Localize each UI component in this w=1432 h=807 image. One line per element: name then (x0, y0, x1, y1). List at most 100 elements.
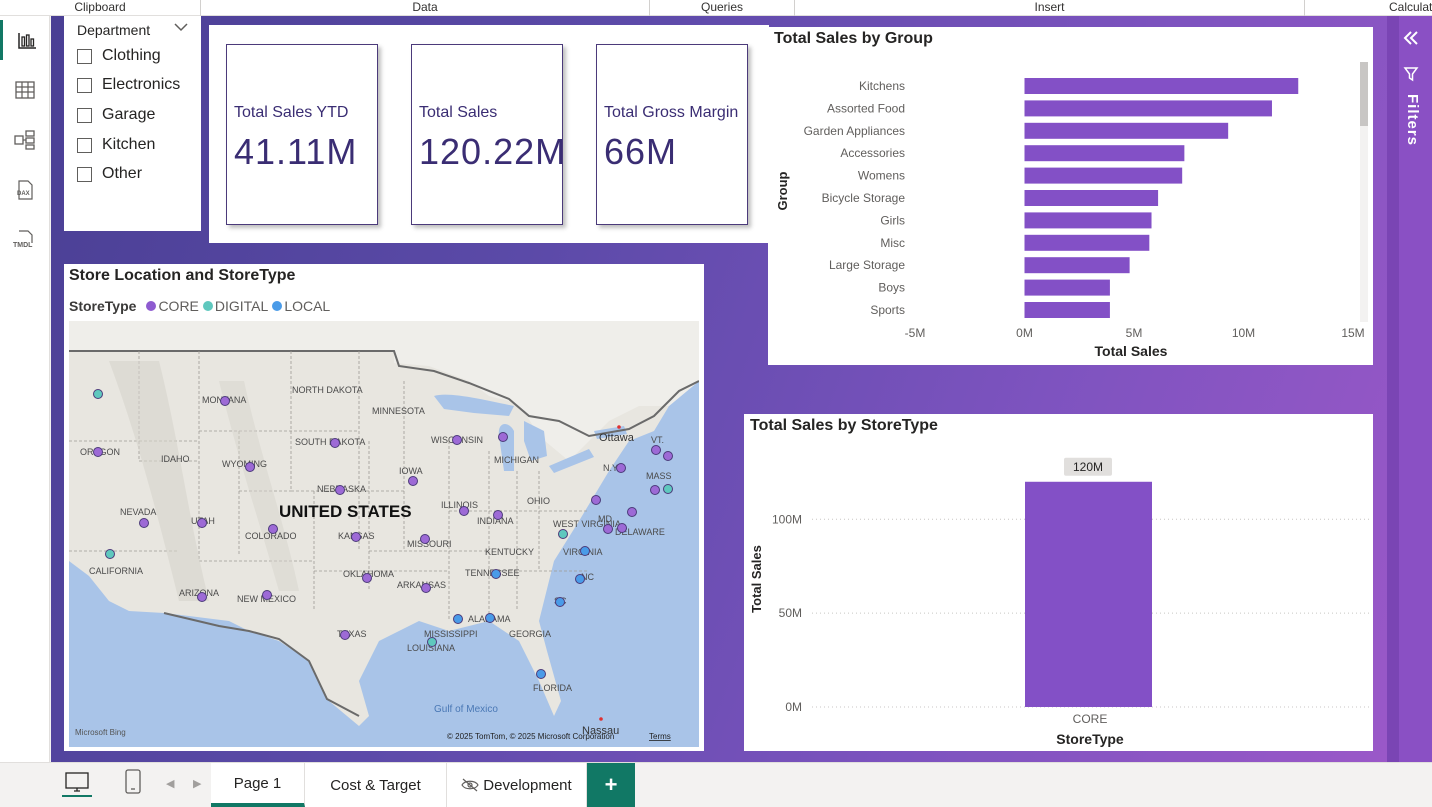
legend-label-local: LOCAL (284, 298, 331, 314)
map-label: KENTUCKY (485, 547, 534, 557)
map-attribution: © 2025 TomTom, © 2025 Microsoft Corporat… (447, 732, 614, 741)
filters-pane[interactable]: Filters (1387, 16, 1432, 762)
store-point-core (220, 396, 230, 406)
slicer-item-label: Clothing (102, 47, 161, 64)
table-view-button[interactable] (0, 70, 50, 110)
checkbox[interactable] (77, 166, 92, 182)
store-point-core (617, 523, 627, 533)
view-switcher: DAX TMDL (0, 16, 50, 806)
slicer-item-clothing[interactable]: Clothing (77, 45, 161, 67)
scroll-right-icon[interactable]: ▶ (193, 777, 201, 790)
slicer-item-kitchen[interactable]: Kitchen (77, 134, 155, 156)
dax-query-view-button[interactable]: DAX (0, 170, 50, 210)
map-label: OHIO (527, 496, 550, 506)
map-label: MASS (646, 471, 672, 481)
chevron-down-icon[interactable] (174, 22, 188, 32)
ribbon-group-clipboard: Clipboard (0, 0, 201, 16)
category-label: Garden Appliances (804, 124, 905, 138)
kpi-card-total-gross-margin[interactable]: Total Gross Margin 66M (596, 44, 748, 225)
bar (1024, 167, 1183, 184)
category-label: Large Storage (829, 258, 905, 272)
map-label: ILLINOIS (441, 500, 478, 510)
scrollbar-thumb[interactable] (1360, 62, 1368, 126)
category-label: Misc (880, 236, 905, 250)
store-point-local (536, 669, 546, 679)
desktop-layout-button[interactable] (62, 771, 92, 802)
checkbox[interactable] (77, 107, 92, 123)
store-point-core (452, 435, 462, 445)
x-tick-label: 15M (1341, 326, 1364, 340)
store-location-map-panel[interactable]: Store Location and StoreType StoreType C… (64, 264, 704, 751)
legend-label-core: CORE (158, 298, 199, 314)
total-sales-by-storetype-chart[interactable]: Total Sales by StoreType 0M 50M 100M 120M CO… (744, 414, 1373, 751)
store-point-core (245, 462, 255, 472)
department-slicer[interactable]: Department Clothing Electronics Garage K… (64, 16, 201, 231)
kpi-cards-area: Total Sales YTD 41.11M Total Sales 120.2… (209, 25, 769, 243)
store-point-core (651, 445, 661, 455)
chart-scrollbar[interactable] (1360, 62, 1368, 322)
x-tick-label: 0M (1016, 326, 1033, 340)
store-point-core (493, 510, 503, 520)
terms-link[interactable]: Terms (649, 732, 671, 741)
slicer-item-label: Other (102, 165, 143, 182)
add-page-label: + (604, 772, 618, 797)
collapse-double-chevron-icon[interactable] (1402, 30, 1420, 46)
report-view-button[interactable] (0, 20, 50, 60)
scroll-left-icon[interactable]: ◀ (166, 777, 174, 790)
store-point-digital (663, 484, 673, 494)
map-label: NEVADA (120, 507, 156, 517)
x-tick-label: 10M (1232, 326, 1255, 340)
x-tick-label: -5M (905, 326, 926, 340)
tmdl-view-button[interactable]: TMDL (0, 220, 50, 260)
map-label: CALIFORNIA (89, 566, 143, 576)
checkbox[interactable] (77, 48, 92, 64)
store-point-local (555, 597, 565, 607)
kpi-card-total-sales[interactable]: Total Sales 120.22M (411, 44, 567, 225)
capital-marker (599, 717, 603, 721)
tab-cost-target[interactable]: Cost & Target (305, 763, 447, 807)
kpi-card-total-sales-ytd[interactable]: Total Sales YTD 41.11M (226, 44, 378, 225)
tab-page-1[interactable]: Page 1 (211, 763, 305, 807)
store-point-core (139, 518, 149, 528)
total-sales-by-group-chart[interactable]: Total Sales by Group Kitchens Assorted Fo… (768, 27, 1373, 365)
category-label: Sports (870, 303, 905, 317)
checkbox[interactable] (77, 137, 92, 153)
bar (1024, 100, 1272, 117)
category-label: Assorted Food (827, 101, 905, 115)
slicer-item-garage[interactable]: Garage (77, 104, 155, 126)
bing-logo: Microsoft Bing (75, 728, 126, 737)
map-label: GEORGIA (509, 629, 551, 639)
map-label: NORTH DAKOTA (292, 385, 363, 395)
category-label: Boys (878, 281, 905, 295)
kpi-value: 120.22M (419, 131, 567, 172)
store-point-core (93, 447, 103, 457)
tab-development[interactable]: Development (447, 763, 587, 807)
slicer-item-electronics[interactable]: Electronics (77, 74, 180, 96)
store-point-core (268, 524, 278, 534)
store-point-core (330, 438, 340, 448)
store-point-core (335, 485, 345, 495)
category-label: Kitchens (859, 79, 905, 93)
map-label: IDAHO (161, 454, 190, 464)
checkbox[interactable] (77, 77, 92, 93)
kpi-label: Total Sales YTD (234, 104, 349, 121)
add-page-button[interactable]: + (587, 763, 635, 807)
store-point-local (491, 569, 501, 579)
mobile-layout-button[interactable] (123, 769, 143, 800)
model-view-button[interactable] (0, 120, 50, 160)
store-point-core (616, 463, 626, 473)
category-label: Girls (880, 213, 905, 227)
kpi-value: 66M (604, 131, 678, 172)
store-point-core (603, 524, 613, 534)
slicer-item-other[interactable]: Other (77, 163, 142, 185)
x-axis-title: StoreType (1056, 731, 1124, 747)
map-label: VT. (651, 435, 664, 445)
store-point-core (340, 630, 350, 640)
y-tick-label: 50M (779, 606, 802, 620)
map-label: WYOMING (222, 459, 267, 469)
tab-label: Development (483, 776, 572, 794)
ribbon-group-calculations: Calculat (1389, 0, 1432, 14)
slicer-item-label: Garage (102, 106, 156, 123)
dax-query-icon: DAX (17, 180, 33, 200)
us-store-map[interactable]: NORTH DAKOTA MONTANA MINNESOTA SOUTH DAK… (69, 321, 699, 747)
